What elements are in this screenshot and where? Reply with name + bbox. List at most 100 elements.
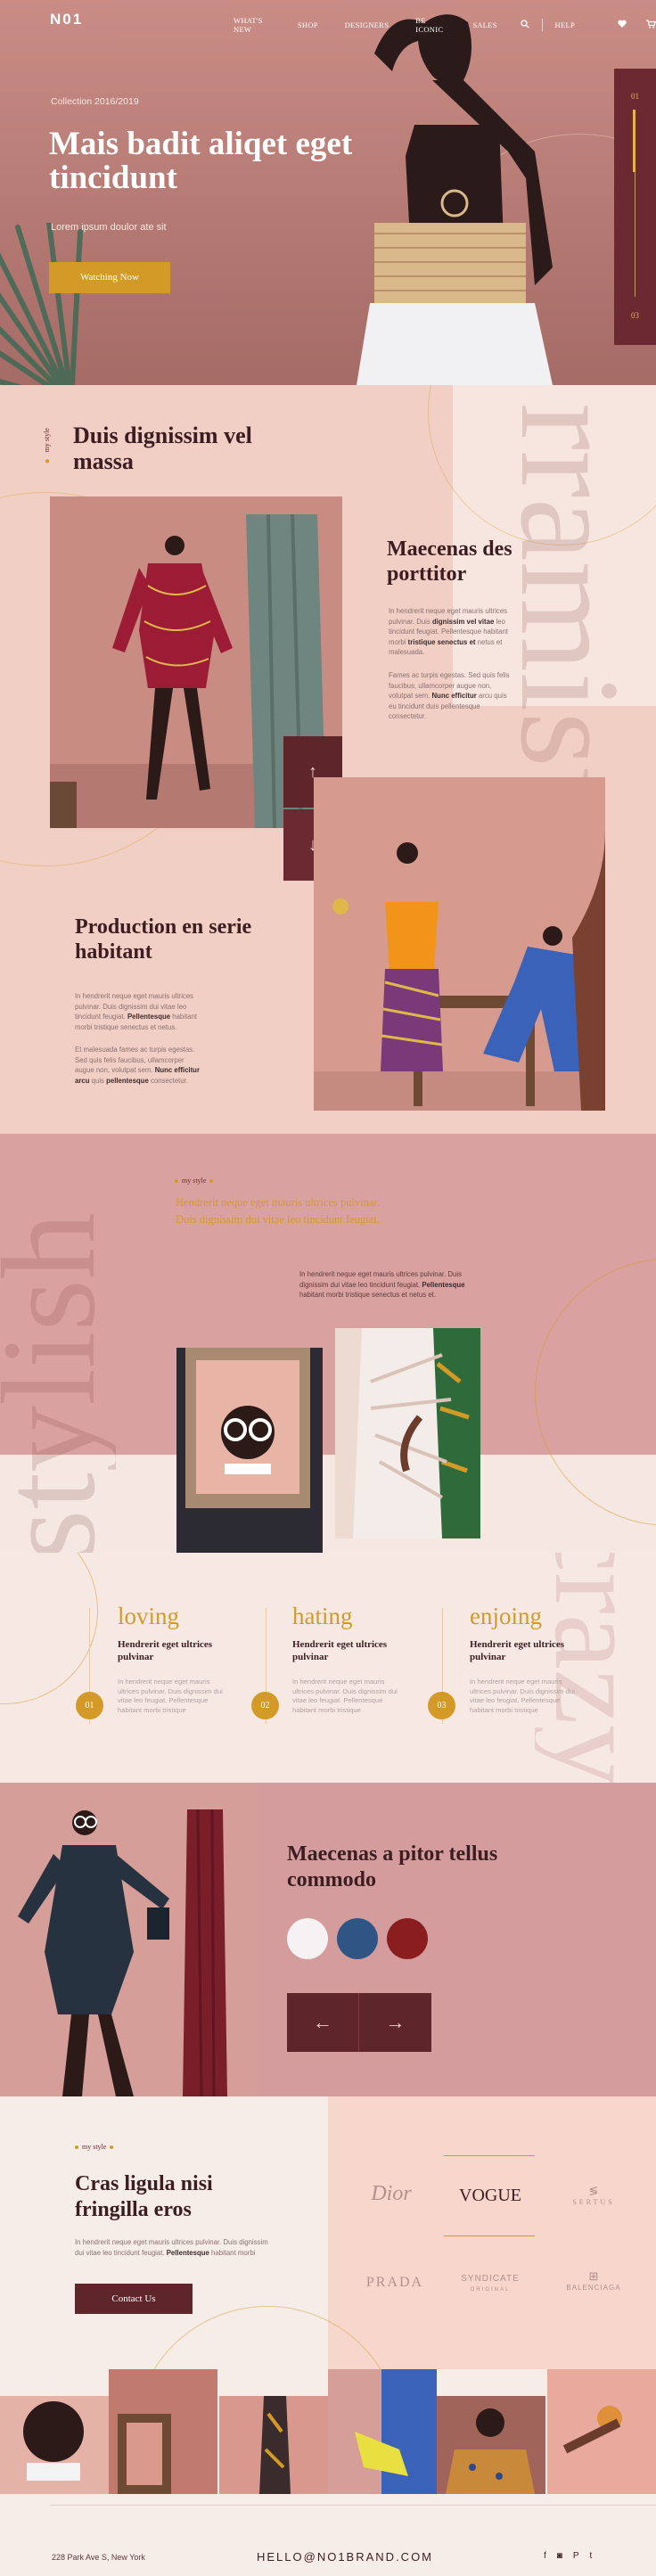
search-icon[interactable] xyxy=(521,19,529,31)
nav-item-be-iconic[interactable]: BE ICONIC xyxy=(415,16,446,34)
feature-number-badge: 01 xyxy=(76,1692,103,1719)
features-section: crazy loving Hendrerit eget ultrices pul… xyxy=(0,1553,656,1783)
raincoat-model-photo xyxy=(0,1783,257,2096)
section-kicker: my style xyxy=(175,1177,214,1185)
color-swatch-blue[interactable] xyxy=(337,1918,378,1959)
instagram-icon[interactable]: ◙ xyxy=(557,2551,562,2561)
text-run: habitant morbi tristique senectus et net… xyxy=(299,1291,436,1299)
section-kicker-vertical: my style xyxy=(43,428,51,464)
gallery-photo-6[interactable] xyxy=(547,2369,656,2494)
text-run-bold: dignissim vel vitae xyxy=(431,617,495,626)
site-footer: 228 Park Ave S, New York HELLO@NO1BRAND.… xyxy=(0,2494,656,2576)
brand-tagline: ORIGINAL xyxy=(470,2287,511,2293)
brand-logo-dior[interactable]: Dior xyxy=(355,2182,428,2206)
gallery-photo-4[interactable] xyxy=(328,2369,437,2494)
feature-subtitle: Hendrerit eget ultrices pulvinar xyxy=(470,1639,565,1662)
block2-paragraph-1: In hendrerit neque eget mauris ultrices … xyxy=(75,991,200,1032)
mirror-portrait-photo xyxy=(176,1348,323,1553)
carousel-controls: ← → xyxy=(287,1993,431,2052)
block1-paragraph-2: Fames ac turpis egestas. Sed quis felis … xyxy=(389,670,513,722)
brand-logo-sertus[interactable]: ≶ SERTUS xyxy=(553,2184,635,2206)
lookbook-photo-2 xyxy=(314,777,605,1111)
section-body: In hendrerit neque eget mauris ultrices … xyxy=(299,1269,483,1300)
block2-paragraph-2: Et malesuada fames ac turpis egestas. Se… xyxy=(75,1045,200,1086)
partners-section: my style Cras ligula nisi fringilla eros… xyxy=(0,2096,656,2369)
nav-item-shop[interactable]: SHOP xyxy=(298,21,318,29)
lookbook-section: rramisu my style Duis dignissim vel mass… xyxy=(0,385,656,1134)
carousel-prev-button[interactable]: ← xyxy=(287,1993,359,2052)
section-kicker-text: my style xyxy=(43,428,51,453)
brand-divider xyxy=(444,2155,535,2156)
hero-section: N01 WHAT'S NEW SHOP DESIGNERS BE ICONIC … xyxy=(0,0,656,385)
cart-icon[interactable] xyxy=(646,19,656,31)
feature-title-loving: loving xyxy=(118,1603,180,1629)
sertus-mark-icon: ≶ xyxy=(588,2184,599,2197)
white-dress-photo xyxy=(335,1328,480,1538)
brand-logo-balenciaga[interactable]: ⊞ BALENCIAGA xyxy=(553,2269,635,2292)
feature-number-badge: 03 xyxy=(428,1692,455,1719)
text-run-bold: Pellentesque xyxy=(166,2248,209,2257)
watermark-text: crazy xyxy=(535,1553,656,1783)
section-kicker-text: my style xyxy=(82,2143,107,2151)
feature-body: In hendrerit neque eget mauris ultrices … xyxy=(118,1678,223,1714)
gallery-photo-5[interactable] xyxy=(437,2396,545,2494)
heart-icon[interactable] xyxy=(618,20,627,30)
section-title: Duis dignissim vel massa xyxy=(73,422,252,474)
balenciaga-mark-icon: ⊞ xyxy=(588,2269,599,2283)
brand-logo-vogue[interactable]: VOGUE xyxy=(447,2186,533,2206)
brand-logo-syndicate[interactable]: SYNDICATE ORIGINAL xyxy=(447,2273,533,2296)
gallery-photo-1[interactable] xyxy=(0,2396,109,2494)
pinterest-icon[interactable]: P xyxy=(573,2551,579,2561)
nav-item-designers[interactable]: DESIGNERS xyxy=(345,21,389,29)
social-links: f ◙ P t xyxy=(544,2551,592,2561)
color-swatch-red[interactable] xyxy=(387,1918,428,1959)
section-kicker-text: my style xyxy=(182,1177,207,1185)
watching-now-button[interactable]: Watching Now xyxy=(49,262,170,293)
footer-divider xyxy=(50,2505,656,2506)
text-run: consectetur. xyxy=(148,1076,189,1085)
feature-subtitle: Hendrerit eget ultrices pulvinar xyxy=(292,1639,388,1662)
section-title: Cras ligula nisi fringilla eros xyxy=(75,2172,213,2221)
gallery-photo-2[interactable] xyxy=(109,2369,217,2494)
hero-title: Mais badit aliqet eget tincidunt xyxy=(49,126,353,196)
nav-divider xyxy=(541,19,543,31)
section-body: In hendrerit neque eget mauris ultrices … xyxy=(75,2237,271,2258)
hero-subtitle: Lorem ipsum doulor ate sit xyxy=(51,222,167,233)
section-quote: Hendrerit neque eget mauris ultrices pul… xyxy=(176,1196,381,1226)
color-swatch-white[interactable] xyxy=(287,1918,328,1959)
instagram-gallery xyxy=(0,2369,656,2494)
footer-email-link[interactable]: HELLO@NO1BRAND.COM xyxy=(257,2550,433,2564)
nav-item-help[interactable]: HELP xyxy=(555,21,575,29)
twitter-icon[interactable]: t xyxy=(590,2551,593,2561)
feature-body: In hendrerit neque eget mauris ultrices … xyxy=(470,1678,575,1714)
brands-panel xyxy=(328,2096,656,2369)
gallery-photo-3[interactable] xyxy=(219,2396,328,2494)
feature-subtitle: Hendrerit eget ultrices pulvinar xyxy=(118,1639,213,1662)
block1-paragraph-1: In hendrerit neque eget mauris ultrices … xyxy=(389,606,513,658)
feature-number-badge: 02 xyxy=(251,1692,279,1719)
brand-logo[interactable]: N01 xyxy=(50,11,83,29)
brand-logo-prada[interactable]: PRADA xyxy=(355,2275,435,2291)
text-run-bold: Pellentesque xyxy=(127,1013,171,1021)
nav-item-whats-new[interactable]: WHAT'S NEW xyxy=(234,16,271,34)
carousel-next-button[interactable]: → xyxy=(359,1993,431,2052)
brand-name: BALENCIAGA xyxy=(566,2284,621,2292)
palm-leaf-image xyxy=(0,223,83,385)
text-run: quis xyxy=(89,1076,107,1085)
feature-body: In hendrerit neque eget mauris ultrices … xyxy=(292,1678,398,1714)
text-run-bold: Nunc efficitur xyxy=(431,692,477,700)
contact-us-button[interactable]: Contact Us xyxy=(75,2284,193,2314)
decorative-circle xyxy=(0,1553,98,1704)
text-run-bold: pellentesque xyxy=(106,1076,149,1085)
footer-address: 228 Park Ave S, New York xyxy=(52,2553,145,2562)
facebook-icon[interactable]: f xyxy=(544,2551,546,2561)
slider-index-end: 03 xyxy=(631,311,639,320)
watermark-text: stylish xyxy=(0,1212,116,1553)
section-title: Maecenas a pitor tellus commodo xyxy=(287,1842,498,1891)
nav-item-sales[interactable]: SALES xyxy=(472,21,496,29)
slider-thumb[interactable] xyxy=(633,110,636,172)
brand-name: SERTUS xyxy=(572,2198,615,2206)
section-kicker: my style xyxy=(75,2143,114,2151)
block1-title: Maecenas des porttitor xyxy=(387,537,512,586)
hero-slider-indicator[interactable]: 01 03 xyxy=(614,69,656,345)
